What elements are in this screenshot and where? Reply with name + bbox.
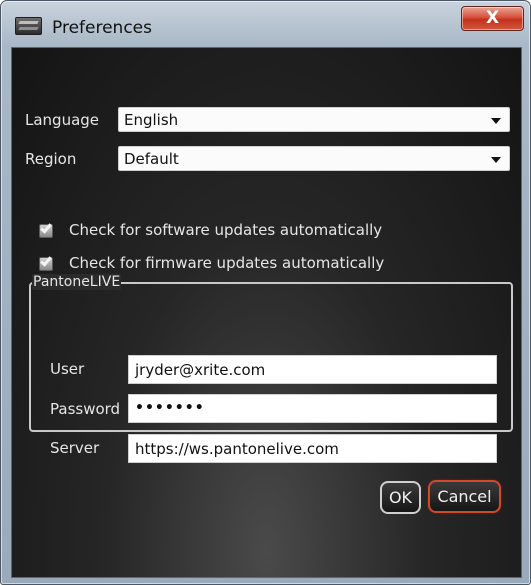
pantonelive-group-title: PantoneLIVE <box>32 274 122 290</box>
firmware-updates-label: Check for firmware updates automatically <box>69 254 385 272</box>
software-updates-label: Check for software updates automatically <box>69 221 383 239</box>
close-button[interactable]: X <box>461 6 524 31</box>
language-label: Language <box>25 111 100 129</box>
chevron-down-icon <box>491 157 501 163</box>
checkmark-icon <box>40 221 52 234</box>
language-value: English <box>124 111 179 129</box>
language-select[interactable]: English <box>118 107 510 132</box>
server-input[interactable]: https://ws.pantonelive.com <box>128 434 497 463</box>
user-input[interactable]: jryder@xrite.com <box>128 355 497 384</box>
password-label: Password <box>50 400 121 418</box>
chevron-down-icon <box>491 118 501 124</box>
password-input[interactable]: ••••••• <box>128 394 497 423</box>
region-value: Default <box>124 150 179 168</box>
user-label: User <box>50 360 85 378</box>
app-icon <box>15 17 42 35</box>
firmware-updates-checkbox[interactable] <box>39 254 53 271</box>
cancel-button[interactable]: Cancel <box>428 480 501 513</box>
software-updates-checkbox[interactable] <box>39 221 53 238</box>
region-select[interactable]: Default <box>118 146 510 171</box>
preferences-window: Preferences X Language English Region De… <box>0 0 531 585</box>
region-label: Region <box>25 150 77 168</box>
server-label: Server <box>50 439 100 457</box>
window-title: Preferences <box>52 18 152 38</box>
checkmark-icon <box>40 254 52 267</box>
ok-button[interactable]: OK <box>380 481 421 514</box>
title-bar[interactable]: Preferences X <box>1 1 530 47</box>
